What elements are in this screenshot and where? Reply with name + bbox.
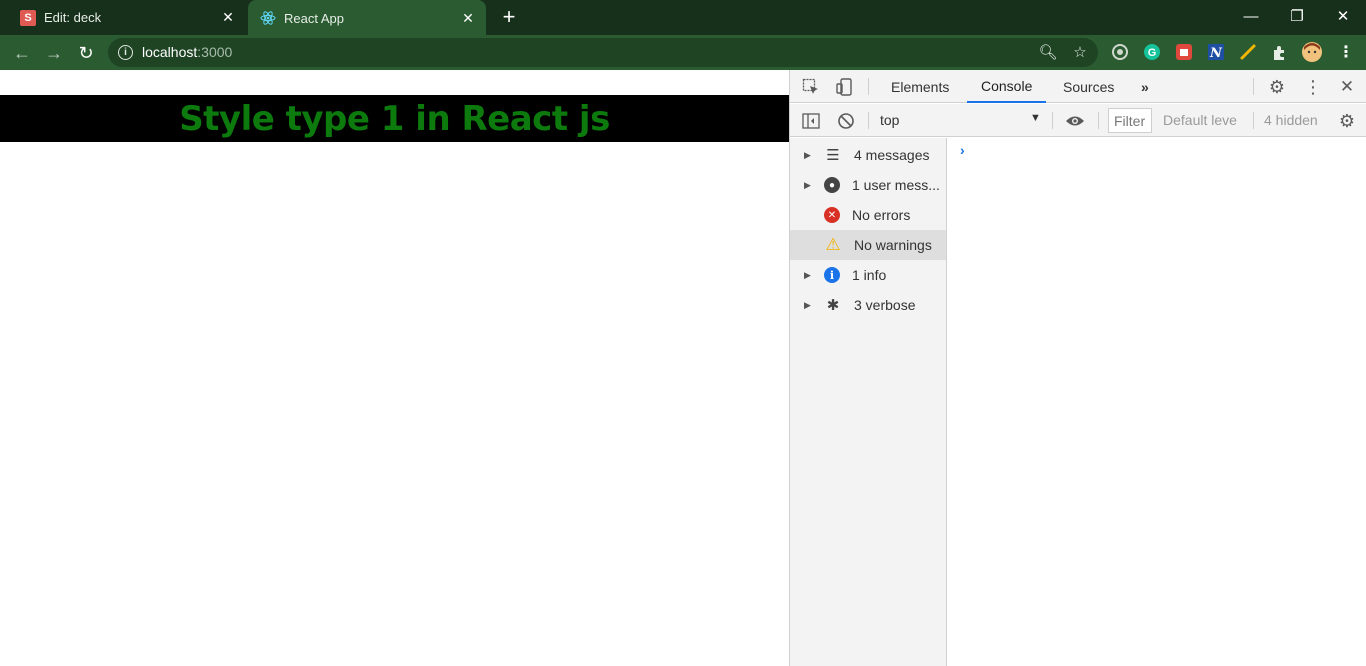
- sidebar-item-messages[interactable]: ▶ ☰ 4 messages: [790, 140, 946, 170]
- close-window-icon[interactable]: ✕: [1320, 0, 1366, 32]
- divider: [1052, 112, 1053, 129]
- devtools-tabbar: Elements Console Sources » ⚙ ⋮ ✕: [790, 70, 1366, 103]
- restore-icon[interactable]: ❐: [1274, 0, 1320, 32]
- sidebar-item-label: 1 info: [852, 267, 887, 283]
- eye-icon[interactable]: [1064, 110, 1086, 132]
- tab-strip: S Edit: deck ✕ React App ✕ + — ❐ ✕: [0, 0, 1366, 36]
- sidebar-item-label: 3 verbose: [854, 297, 916, 313]
- sidebar-item-label: No errors: [852, 207, 911, 223]
- sidebar-item-errors[interactable]: ✕ No errors: [790, 200, 946, 230]
- heading-banner: Style type 1 in React js: [0, 95, 789, 142]
- sidebar-item-label: 4 messages: [854, 147, 930, 163]
- close-devtools-icon[interactable]: ✕: [1336, 76, 1358, 98]
- tab-elements[interactable]: Elements: [891, 70, 949, 103]
- extensions-puzzle-icon[interactable]: [1269, 41, 1291, 63]
- expand-arrow-icon[interactable]: ▶: [804, 270, 814, 281]
- inspect-element-icon[interactable]: [800, 76, 822, 98]
- sidebar-item-info[interactable]: ▶ i 1 info: [790, 260, 946, 290]
- sidebar-item-warnings[interactable]: ⚠ No warnings: [790, 230, 946, 260]
- console-toolbar: top ▼ Filter Default leve 4 hidden ⚙: [790, 104, 1366, 137]
- browser-menu-icon[interactable]: ⋮: [1335, 41, 1357, 63]
- sidebar-toggle-icon[interactable]: [800, 110, 822, 132]
- warning-icon: ⚠: [825, 235, 841, 254]
- divider: [1253, 112, 1254, 129]
- more-tabs-icon[interactable]: »: [1141, 70, 1149, 103]
- url-text[interactable]: localhost:3000: [142, 44, 232, 60]
- grammarly-icon[interactable]: G: [1141, 41, 1163, 63]
- site-info-icon[interactable]: i: [118, 45, 133, 60]
- tab-title: Edit: deck: [44, 10, 102, 25]
- react-icon: [260, 10, 276, 26]
- svg-text:N: N: [1209, 46, 1223, 61]
- reload-icon[interactable]: ↻: [73, 40, 99, 66]
- forward-icon[interactable]: →: [41, 40, 67, 66]
- divider: [1098, 112, 1099, 129]
- address-bar[interactable]: [108, 38, 1098, 67]
- console-sidebar: ▶ ☰ 4 messages ▶ ● 1 user mess... ✕ No e…: [790, 138, 947, 666]
- zoom-icon[interactable]: 🔍︎: [1038, 42, 1058, 62]
- divider: [868, 112, 869, 129]
- filter-input[interactable]: Filter: [1108, 108, 1152, 133]
- console-settings-gear-icon[interactable]: ⚙: [1336, 110, 1358, 132]
- pencil-icon[interactable]: [1237, 41, 1259, 63]
- extension-red-icon[interactable]: [1173, 41, 1195, 63]
- sidebar-item-label: 1 user mess...: [852, 177, 940, 193]
- chevron-down-icon[interactable]: ▼: [1030, 112, 1041, 124]
- expand-arrow-icon[interactable]: ▶: [804, 180, 814, 191]
- sidebar-item-user-messages[interactable]: ▶ ● 1 user mess...: [790, 170, 946, 200]
- sidebar-item-verbose[interactable]: ▶ ✱ 3 verbose: [790, 290, 946, 320]
- bookmark-star-icon[interactable]: ☆: [1070, 42, 1090, 62]
- page-title: Style type 1 in React js: [179, 98, 610, 139]
- hidden-count: 4 hidden: [1264, 112, 1318, 128]
- settings-gear-icon[interactable]: ⚙: [1266, 76, 1288, 98]
- clear-console-icon[interactable]: [835, 110, 857, 132]
- svg-text:G: G: [1148, 47, 1157, 59]
- extension-record-icon[interactable]: [1109, 41, 1131, 63]
- avatar[interactable]: [1301, 41, 1323, 63]
- url-host: localhost: [142, 44, 198, 60]
- slides-favicon-icon: S: [20, 9, 36, 26]
- expand-arrow-icon[interactable]: ▶: [804, 150, 814, 161]
- back-icon[interactable]: ←: [9, 40, 35, 66]
- page-content: Style type 1 in React js: [0, 70, 789, 666]
- expand-arrow-icon[interactable]: ▶: [804, 300, 814, 311]
- device-toolbar-icon[interactable]: [834, 76, 856, 98]
- extension-n-icon[interactable]: N: [1205, 41, 1227, 63]
- bug-icon: ✱: [826, 297, 840, 314]
- tab-edit-deck[interactable]: S Edit: deck ✕: [8, 0, 246, 35]
- tab-react-app[interactable]: React App ✕: [248, 0, 486, 36]
- tab-title: React App: [284, 10, 344, 26]
- tab-console[interactable]: Console: [967, 70, 1047, 103]
- new-tab-button[interactable]: +: [498, 6, 520, 28]
- url-port: :3000: [197, 44, 233, 60]
- close-tab-icon[interactable]: ✕: [218, 8, 238, 28]
- user-icon: ●: [824, 177, 840, 193]
- sidebar-item-label: No warnings: [854, 237, 932, 253]
- devtools-panel: Elements Console Sources » ⚙ ⋮ ✕ top ▼ F…: [789, 70, 1366, 666]
- close-tab-icon[interactable]: ✕: [458, 8, 478, 28]
- tab-sources[interactable]: Sources: [1063, 70, 1114, 103]
- devtools-menu-icon[interactable]: ⋮: [1302, 76, 1324, 98]
- divider: [868, 78, 869, 95]
- info-icon: i: [824, 267, 840, 283]
- log-levels-dropdown[interactable]: Default leve: [1163, 112, 1237, 128]
- error-icon: ✕: [824, 207, 840, 223]
- divider: [1253, 78, 1254, 95]
- list-icon: ☰: [826, 147, 840, 164]
- console-prompt[interactable]: ›: [960, 142, 965, 158]
- context-selector[interactable]: top: [880, 112, 899, 128]
- minimize-icon[interactable]: —: [1228, 0, 1274, 32]
